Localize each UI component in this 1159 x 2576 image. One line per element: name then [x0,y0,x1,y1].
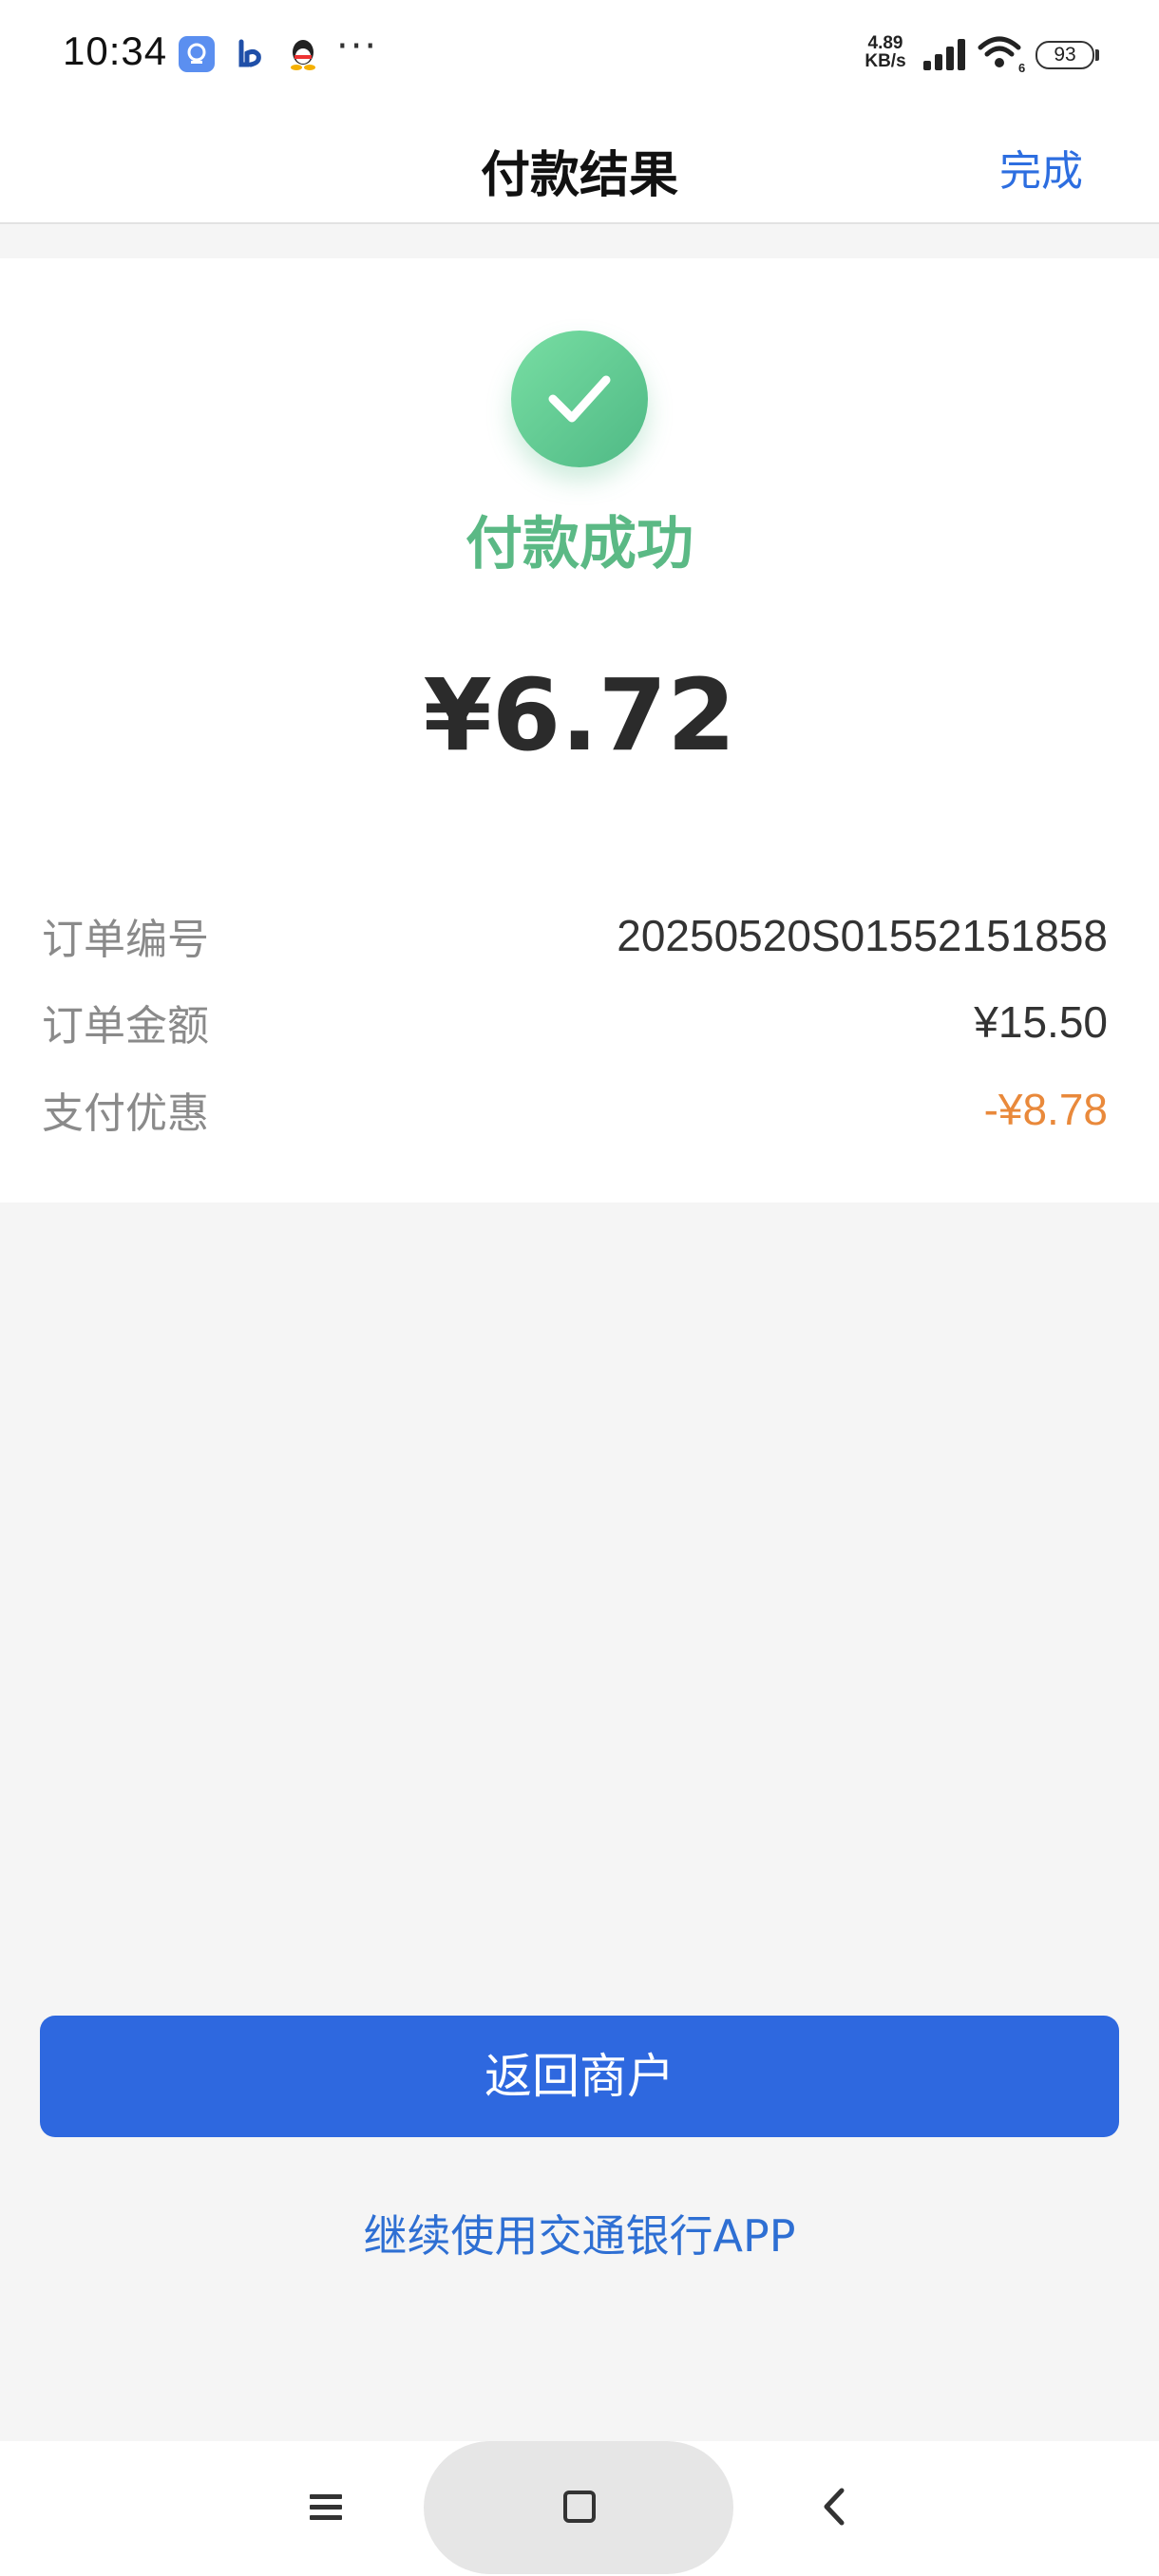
battery-icon: 93 [1036,41,1094,69]
done-button[interactable]: 完成 [999,137,1083,198]
network-speed: 4.89 KB/s [859,34,912,70]
status-bar: 10:34 ··· 4.89 KB/s 6 93 [0,0,1159,106]
battery-tip [1095,49,1099,61]
qq-notification-icon [285,36,321,72]
svg-text:6: 6 [1018,61,1025,74]
nav-bar: 付款结果 完成 [0,106,1159,224]
back-icon[interactable] [815,2485,853,2529]
payment-status-text: 付款成功 [466,511,694,578]
result-card: 付款成功 ¥6.72 订单编号 20250520S01552151858 订单金… [0,258,1159,1203]
wifi-icon: 6 [978,36,1025,74]
check-circle-icon [511,331,648,467]
system-nav-bar [0,2441,1159,2576]
signal-icon [923,39,965,70]
home-icon[interactable] [563,2491,596,2523]
order-number-row: 订单编号 20250520S01552151858 [42,907,1108,964]
order-amount-row: 订单金额 ¥15.50 [42,994,1108,1051]
menu-icon[interactable] [306,2487,346,2527]
bank-notification-icon [234,36,270,72]
order-number-value: 20250520S01552151858 [617,911,1108,960]
page-title: 付款结果 [480,147,678,204]
more-notifications-icon: ··· [336,25,379,68]
return-to-merchant-button[interactable]: 返回商户 [40,2016,1119,2137]
order-number-label: 订单编号 [42,916,209,964]
status-time: 10:34 [63,28,168,73]
payment-discount-value: -¥8.78 [983,1085,1108,1134]
network-speed-unit: KB/s [864,51,906,71]
app-notification-icon [179,36,215,72]
payment-result-screen: 10:34 ··· 4.89 KB/s 6 93 付款结果 完成 付款成功 ¥6… [0,0,1159,2576]
payment-discount-row: 支付优惠 -¥8.78 [42,1081,1108,1138]
order-amount-value: ¥15.50 [974,997,1108,1047]
continue-using-app-link[interactable]: 继续使用交通银行APP [0,2202,1159,2264]
payment-discount-label: 支付优惠 [42,1089,209,1138]
payment-amount: ¥6.72 [423,657,736,773]
order-amount-label: 订单金额 [42,1002,209,1051]
network-speed-value: 4.89 [867,33,903,53]
